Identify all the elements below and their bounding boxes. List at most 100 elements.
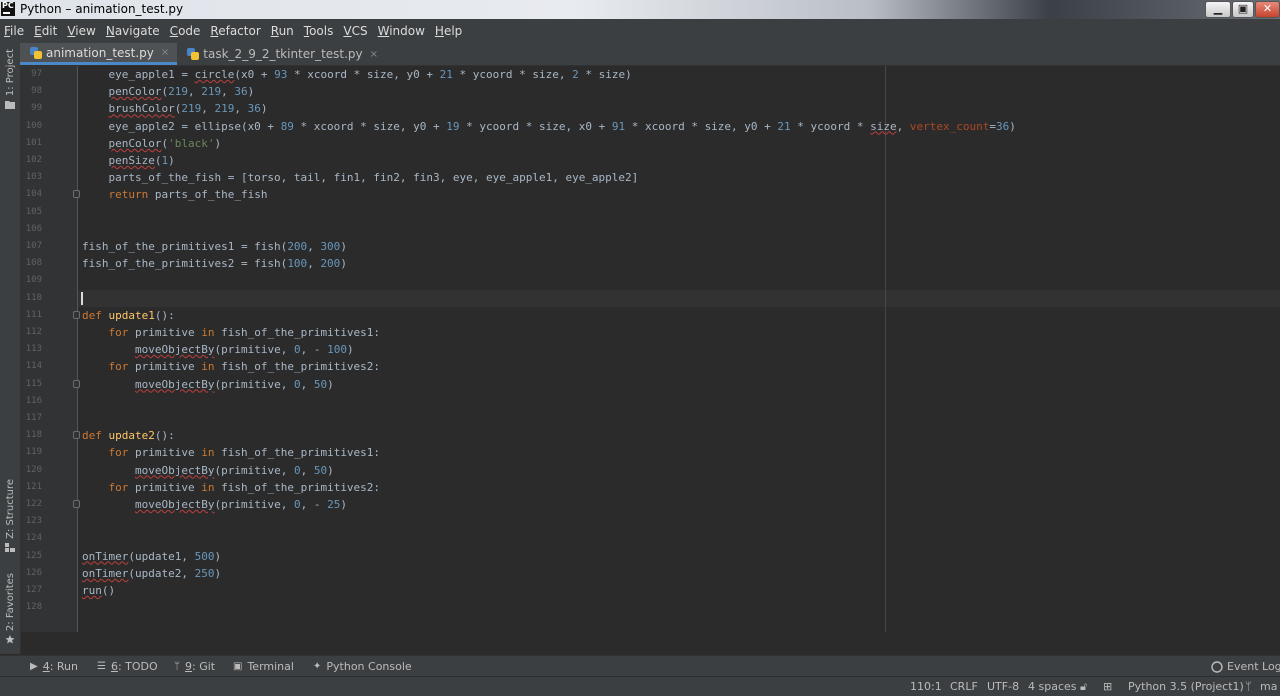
code-line[interactable]: 99 brushColor(219, 219, 36): [20, 100, 1280, 117]
fold-marker-icon[interactable]: [73, 310, 80, 319]
structure-tool-button[interactable]: Z: Structure: [0, 479, 20, 552]
menu-code[interactable]: Code: [165, 19, 206, 43]
run-tool-num: 4: [42, 660, 50, 673]
code-line[interactable]: 101 penColor('black'): [20, 135, 1280, 152]
code-text: penColor(219, 219, 36): [108, 85, 255, 99]
code-line[interactable]: 121 for primitive in fish_of_the_primiti…: [20, 479, 1280, 496]
menu-vcs[interactable]: VCS: [338, 19, 372, 43]
project-tool-button[interactable]: 1: Project: [0, 49, 20, 110]
terminal-tool-button[interactable]: ▣ Terminal: [233, 656, 294, 677]
code-line[interactable]: 106: [20, 221, 1280, 238]
tab-animation-test[interactable]: animation_test.py ×: [20, 43, 178, 65]
line-number: 113: [25, 344, 42, 355]
code-text: onTimer(update2, 250): [82, 566, 222, 580]
line-number: 124: [25, 533, 42, 544]
code-line[interactable]: 109: [20, 272, 1280, 289]
code-line[interactable]: 124: [20, 530, 1280, 547]
fold-marker-icon[interactable]: [73, 379, 80, 388]
menu-window[interactable]: Window: [373, 19, 430, 43]
code-line[interactable]: 107 fish_of_the_primitives1 = fish(200, 3…: [20, 238, 1280, 255]
git-tool-button[interactable]: ᛘ 9: Git: [174, 656, 215, 677]
menu-help[interactable]: Help: [430, 19, 467, 43]
branch-label[interactable]: ma: [1260, 677, 1277, 696]
python-file-icon: [30, 46, 42, 59]
code-line[interactable]: 111 def update1():: [20, 307, 1280, 324]
code-line[interactable]: 128: [20, 599, 1280, 616]
code-line[interactable]: 114 for primitive in fish_of_the_primiti…: [20, 358, 1280, 375]
run-tool-label: : Run: [49, 660, 78, 673]
code-line[interactable]: 105: [20, 204, 1280, 221]
menu-edit[interactable]: Edit: [29, 19, 62, 43]
line-number: 120: [25, 464, 42, 475]
code-line[interactable]: 113 moveObjectBy(primitive, 0, - 100): [20, 341, 1280, 358]
todo-tool-button[interactable]: ☰ 6: TODO: [97, 656, 158, 677]
line-number: 116: [25, 395, 42, 406]
tool-window-bar: ▶ 4: Run ☰ 6: TODO ᛘ 9: Git ▣ Terminal ✦…: [0, 655, 1280, 677]
close-window-button[interactable]: ✕: [1255, 1, 1280, 18]
todo-tool-num: 6: [110, 660, 118, 673]
fold-marker-icon[interactable]: [73, 500, 80, 508]
lock-icon[interactable]: 🔓︎: [1080, 677, 1087, 696]
close-tab-icon[interactable]: ×: [161, 47, 169, 58]
code-line[interactable]: 115 moveObjectBy(primitive, 0, 50): [20, 376, 1280, 393]
fold-marker-icon[interactable]: [73, 190, 80, 199]
line-separator[interactable]: CRLF: [950, 677, 978, 696]
line-number: 99: [31, 103, 42, 114]
tab-tkinter-test[interactable]: task_2_9_2_tkinter_test.py ×: [177, 43, 386, 65]
menu-navigate[interactable]: Navigate: [101, 19, 165, 43]
code-line[interactable]: 122 moveObjectBy(primitive, 0, - 25): [20, 496, 1280, 513]
indent-setting[interactable]: 4 spaces: [1028, 677, 1077, 696]
code-line[interactable]: 104 return parts_of_the_fish: [20, 186, 1280, 203]
maximize-button[interactable]: ▣: [1232, 1, 1254, 18]
line-number: 100: [25, 120, 42, 131]
menu-file[interactable]: File: [0, 19, 29, 43]
menu-refactor[interactable]: Refactor: [205, 19, 265, 43]
code-line[interactable]: 112 for primitive in fish_of_the_primiti…: [20, 324, 1280, 341]
code-line[interactable]: 123: [20, 513, 1280, 530]
code-line[interactable]: 126 onTimer(update2, 250): [20, 565, 1280, 582]
fold-marker-icon[interactable]: [73, 431, 80, 440]
event-log-button[interactable]: Event Log: [1211, 656, 1280, 677]
minimize-button[interactable]: ▁: [1205, 1, 1231, 18]
line-number: 126: [25, 567, 42, 578]
code-line[interactable]: 108 fish_of_the_primitives2 = fish(100, 2…: [20, 255, 1280, 272]
git-status-icon[interactable]: ⊞: [1103, 677, 1112, 696]
code-line[interactable]: 118 def update2():: [20, 427, 1280, 444]
code-line[interactable]: 117: [20, 410, 1280, 427]
left-tool-strip: 1: Project Z: Structure 2: Favorites: [0, 43, 21, 654]
code-text: moveObjectBy(primitive, 0, 50): [134, 463, 334, 477]
python-console-tool-button[interactable]: ✦ Python Console: [313, 656, 412, 677]
menu-view[interactable]: View: [62, 19, 100, 43]
code-text: fish_of_the_primitives2 = fish(100, 200): [82, 257, 347, 271]
todo-tool-label: : TODO: [117, 660, 158, 673]
close-tab-icon[interactable]: ×: [370, 49, 378, 60]
interpreter-label[interactable]: Python 3.5 (Project1): [1128, 677, 1244, 696]
code-line[interactable]: 100 eye_apple2 = ellipse(x0 + 89 * xcoor…: [20, 118, 1280, 135]
menu-tools[interactable]: Tools: [299, 19, 339, 43]
terminal-tool-label: Terminal: [247, 660, 294, 673]
file-encoding[interactable]: UTF-8: [987, 677, 1019, 696]
code-line[interactable]: 119 for primitive in fish_of_the_primiti…: [20, 444, 1280, 461]
project-tool-label: 1: Project: [4, 49, 16, 97]
code-line[interactable]: 110: [20, 290, 1280, 307]
code-line[interactable]: 98 penColor(219, 219, 36): [20, 83, 1280, 100]
line-number: 104: [25, 189, 42, 200]
code-line[interactable]: 103 parts_of_the_fish = [torso, tail, fi…: [20, 169, 1280, 186]
line-number: 122: [25, 499, 42, 509]
structure-tool-label: Z: Structure: [4, 479, 16, 539]
line-number: 125: [25, 550, 42, 561]
run-tool-button[interactable]: ▶ 4: Run: [30, 656, 78, 677]
code-line[interactable]: 127 run(): [20, 582, 1280, 599]
status-bar: 110:1 CRLF UTF-8 4 spaces 🔓︎ ⊞ Python 3.…: [0, 676, 1280, 696]
code-editor[interactable]: 97 eye_apple1 = circle(x0 + 93 * xcoord …: [20, 66, 1280, 632]
code-line[interactable]: 120 moveObjectBy(primitive, 0, 50): [20, 462, 1280, 479]
code-line[interactable]: 97 eye_apple1 = circle(x0 + 93 * xcoord …: [20, 66, 1280, 83]
favorites-tool-label: 2: Favorites: [4, 573, 16, 632]
branch-icon: ᛘ: [174, 661, 180, 672]
caret-position[interactable]: 110:1: [910, 677, 942, 696]
code-line[interactable]: 102 penSize(1): [20, 152, 1280, 169]
code-line[interactable]: 116: [20, 393, 1280, 410]
code-line[interactable]: 125 onTimer(update1, 500): [20, 548, 1280, 565]
favorites-tool-button[interactable]: 2: Favorites: [0, 573, 20, 644]
menu-run[interactable]: Run: [266, 19, 299, 43]
